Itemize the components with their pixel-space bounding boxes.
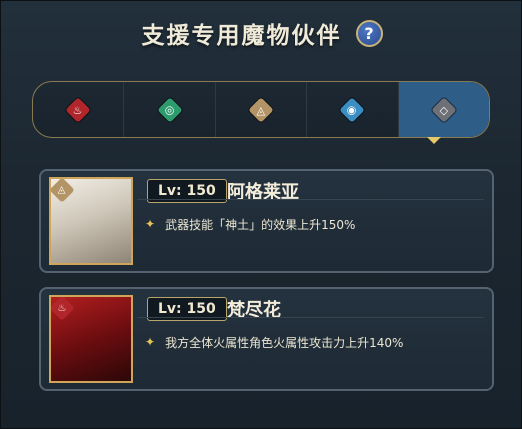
star-bullet-icon: ✦: [145, 217, 156, 231]
help-icon: ?: [364, 23, 374, 43]
fire-element-badge-icon: ♨: [51, 297, 75, 321]
water-element-icon: ◉: [339, 96, 366, 123]
skill-effect: ✦ 我方全体火属性角色火属性攻击力上升140%: [145, 333, 485, 351]
tab-wind[interactable]: ◎: [124, 82, 216, 137]
fire-element-icon: ♨: [65, 96, 91, 123]
skill-effect: ✦ 武器技能「神土」的效果上升150%: [145, 215, 485, 233]
partner-portrait: ◬: [49, 177, 133, 265]
support-partner-panel: 支援专用魔物伙伴 ? ♨ ◎ ◬ ◉ ◇ ◬ Lv: 150 阿格莱亚 ✦ 武器…: [0, 0, 522, 429]
skill-text: 我方全体火属性角色火属性攻击力上升140%: [165, 335, 404, 350]
partner-card[interactable]: ◬ Lv: 150 阿格莱亚 ✦ 武器技能「神土」的效果上升150%: [39, 169, 494, 273]
partner-card[interactable]: ♨ Lv: 150 梵尽花 ✦ 我方全体火属性角色火属性攻击力上升140%: [39, 287, 494, 391]
tab-earth[interactable]: ◬: [216, 82, 308, 137]
divider: [137, 317, 484, 318]
tab-water[interactable]: ◉: [307, 82, 399, 137]
partner-name: 阿格莱亚: [227, 182, 299, 203]
earth-element-badge-icon: ◬: [51, 179, 75, 203]
page-title: 支援专用魔物伙伴: [141, 23, 342, 49]
partner-portrait: ♨: [49, 295, 133, 383]
help-button[interactable]: ?: [355, 19, 383, 47]
earth-element-icon: ◬: [248, 96, 274, 123]
divider: [137, 199, 484, 200]
title-row: 支援专用魔物伙伴 ?: [1, 11, 522, 55]
active-tab-pointer-icon: [427, 137, 441, 144]
star-bullet-icon: ✦: [145, 335, 156, 349]
light-element-icon: ◇: [431, 96, 457, 123]
partner-name: 梵尽花: [227, 300, 281, 321]
element-tab-bar: ♨ ◎ ◬ ◉ ◇: [32, 81, 490, 138]
tab-light[interactable]: ◇: [398, 82, 489, 137]
tab-fire[interactable]: ♨: [33, 82, 125, 137]
wind-element-icon: ◎: [156, 96, 183, 123]
skill-text: 武器技能「神土」的效果上升150%: [165, 217, 356, 232]
